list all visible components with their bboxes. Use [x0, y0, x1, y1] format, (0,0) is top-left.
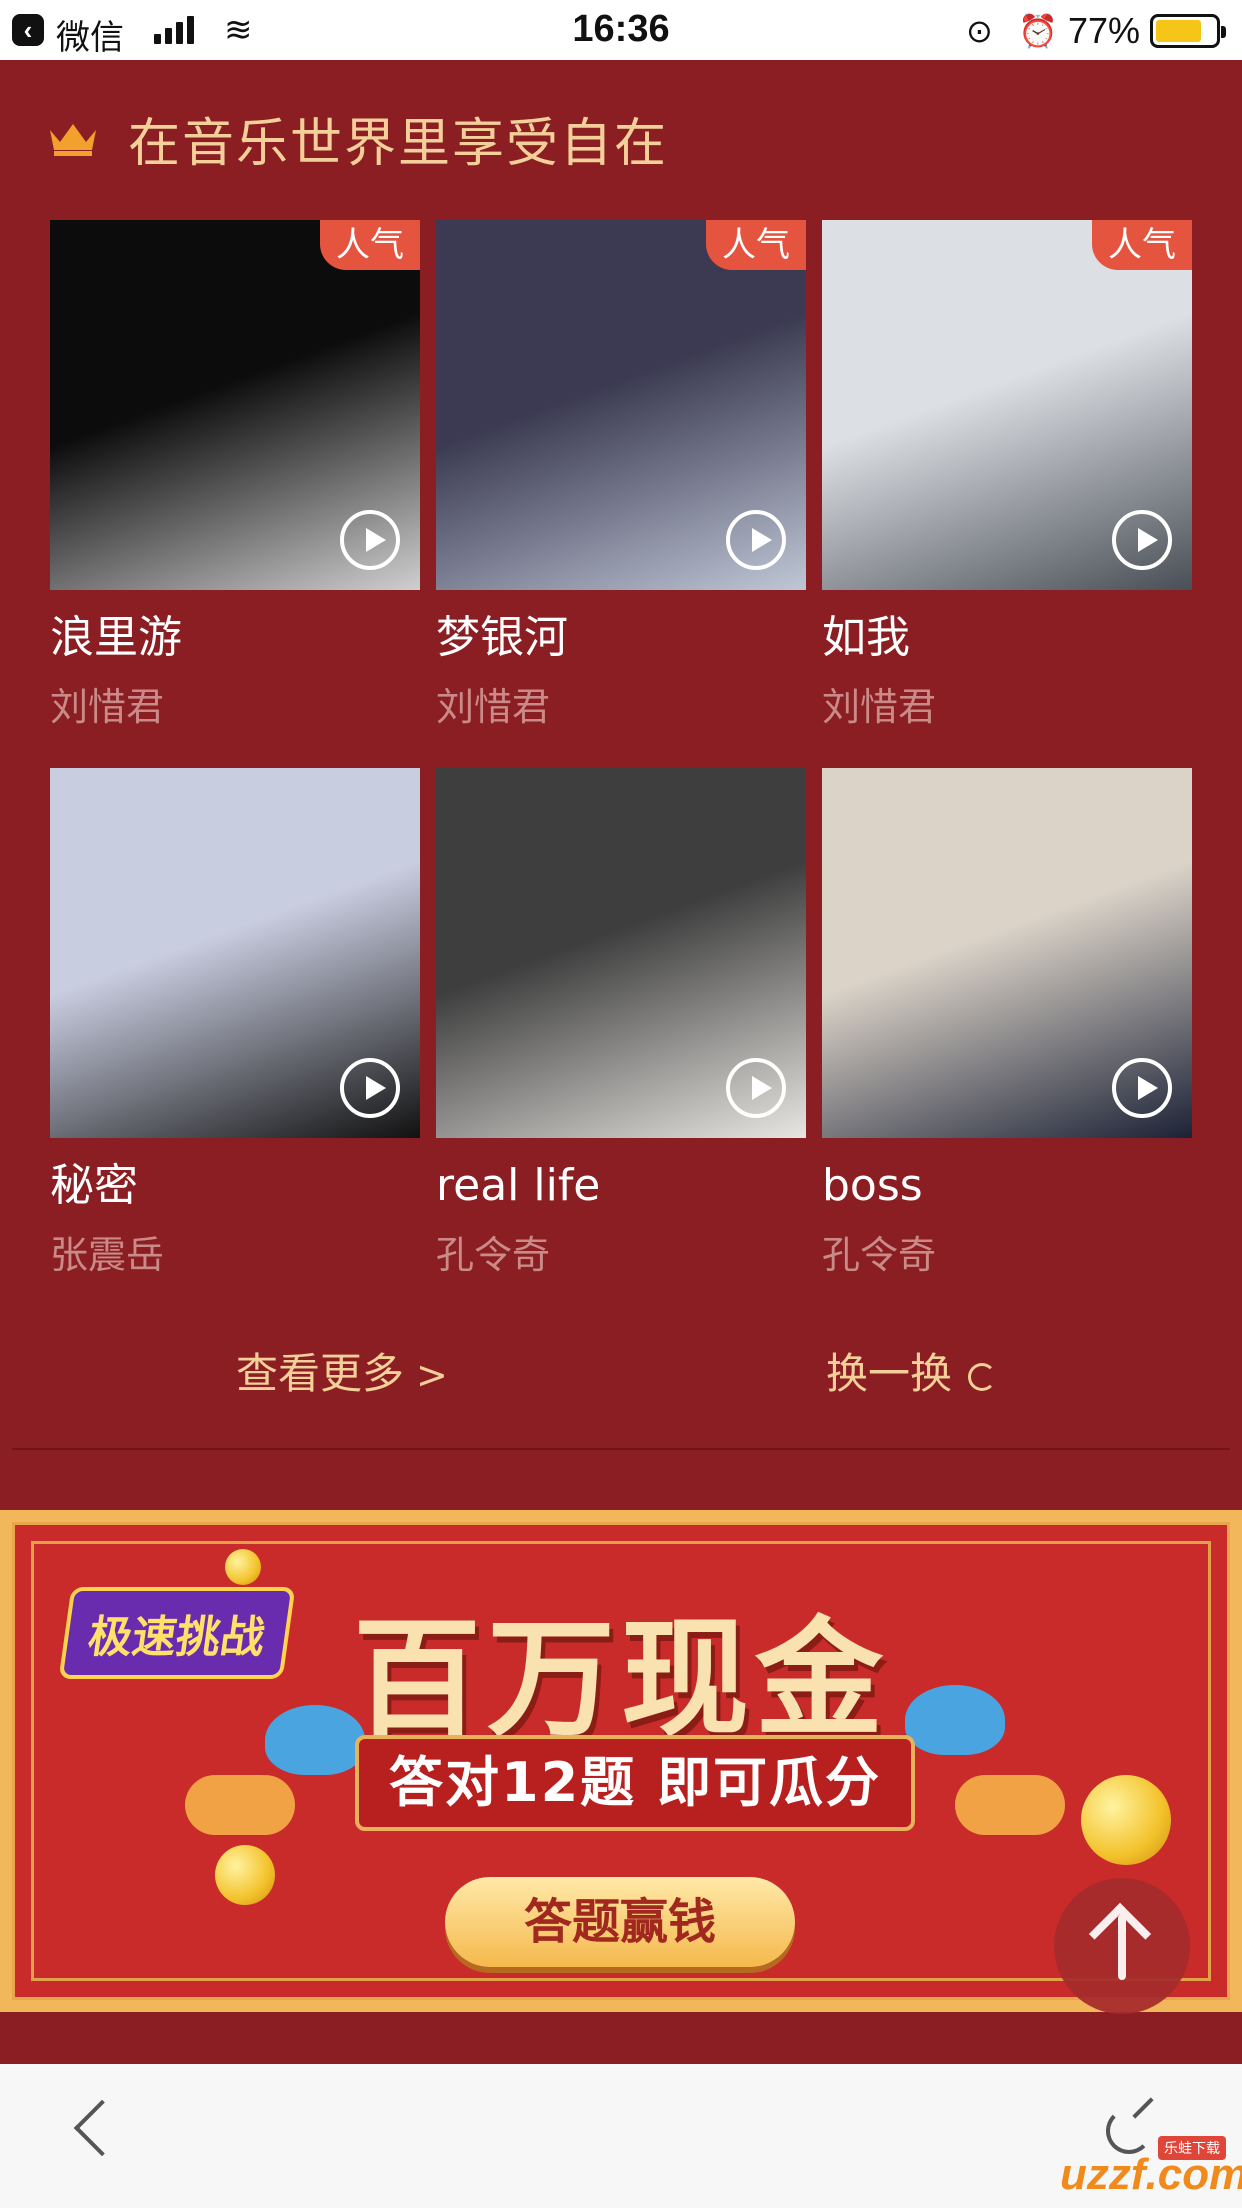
banner-ribbon: 答对12题 即可瓜分	[355, 1735, 915, 1831]
album-card[interactable]: 秘密 张震岳	[50, 768, 420, 1278]
play-icon[interactable]	[1112, 510, 1172, 570]
album-cover[interactable]: 人气	[436, 220, 806, 590]
album-card[interactable]: boss 孔令奇	[822, 768, 1192, 1278]
play-icon[interactable]	[340, 510, 400, 570]
album-title: 浪里游	[50, 612, 182, 663]
bottom-toolbar	[0, 2064, 1242, 2208]
banner-body: 极速挑战 百万现金 答对12题 即可瓜分 答题赢钱	[12, 1522, 1230, 2000]
album-cover[interactable]: 人气	[50, 220, 420, 590]
album-title: real life	[436, 1160, 601, 1211]
divider	[12, 1448, 1230, 1450]
popular-badge: 人气	[1092, 220, 1192, 270]
swap-button[interactable]: 换一换	[826, 1340, 997, 1401]
album-card[interactable]: 人气梦银河刘惜君	[436, 220, 806, 730]
album-card[interactable]: real life 孔令奇	[436, 768, 806, 1278]
album-artist: 刘惜君	[436, 685, 551, 729]
swap-label: 换一换	[826, 1349, 953, 1398]
album-title: 梦银河	[436, 612, 568, 663]
chevron-right-icon: >	[416, 1353, 448, 1397]
album-card[interactable]: 人气浪里游刘惜君	[50, 220, 420, 730]
alarm-icon: ⏰	[1018, 13, 1058, 49]
coin-decoration	[1081, 1775, 1171, 1865]
play-icon[interactable]	[1112, 1058, 1172, 1118]
album-cover[interactable]: 人气	[822, 220, 1192, 590]
album-title: boss	[822, 1160, 923, 1211]
album-artist: 刘惜君	[822, 685, 937, 729]
crown-icon	[48, 120, 98, 156]
actions-row: 查看更多 > 换一换	[0, 1340, 1242, 1400]
rotation-lock-icon: ⊙	[966, 13, 993, 49]
play-icon[interactable]	[726, 510, 786, 570]
album-cover[interactable]	[822, 768, 1192, 1138]
watermark-text: uzzf	[1060, 2150, 1146, 2199]
cloud-decoration	[185, 1775, 295, 1835]
view-more-button[interactable]: 查看更多 >	[236, 1340, 448, 1401]
album-artist: 刘惜君	[50, 685, 165, 729]
album-title: 如我	[822, 612, 910, 663]
play-icon[interactable]	[340, 1058, 400, 1118]
cloud-decoration	[955, 1775, 1065, 1835]
section-title: 在音乐世界里享受自在	[128, 113, 669, 174]
album-cover[interactable]	[436, 768, 806, 1138]
battery-icon	[1150, 14, 1226, 48]
answer-earn-button[interactable]: 答题赢钱	[445, 1877, 795, 1967]
battery-percent: 77%	[1068, 10, 1141, 51]
view-more-label: 查看更多	[236, 1349, 405, 1398]
popular-badge: 人气	[320, 220, 420, 270]
album-artist: 孔令奇	[822, 1233, 937, 1277]
arrow-up-icon[interactable]	[1054, 1878, 1190, 2014]
album-artist: 孔令奇	[436, 1233, 551, 1277]
back-icon[interactable]	[73, 2099, 131, 2157]
banner-headline: 百万现金	[352, 1604, 889, 1754]
album-cover[interactable]	[50, 768, 420, 1138]
album-card[interactable]: 人气如我刘惜君	[822, 220, 1192, 730]
popular-badge: 人气	[706, 220, 806, 270]
watermark-badge: 乐蛙下载	[1158, 2136, 1226, 2160]
status-bar: ‹ 微信 ≋ 16:36 ⊙ ⏰ 77%	[0, 0, 1242, 60]
album-title: 秘密	[50, 1160, 138, 1211]
play-icon[interactable]	[726, 1058, 786, 1118]
album-artist: 张震岳	[50, 1233, 165, 1277]
section-header: 在音乐世界里享受自在	[48, 108, 668, 174]
refresh-icon	[968, 1362, 997, 1391]
coin-decoration	[215, 1845, 275, 1905]
share-icon[interactable]	[1106, 2108, 1152, 2154]
